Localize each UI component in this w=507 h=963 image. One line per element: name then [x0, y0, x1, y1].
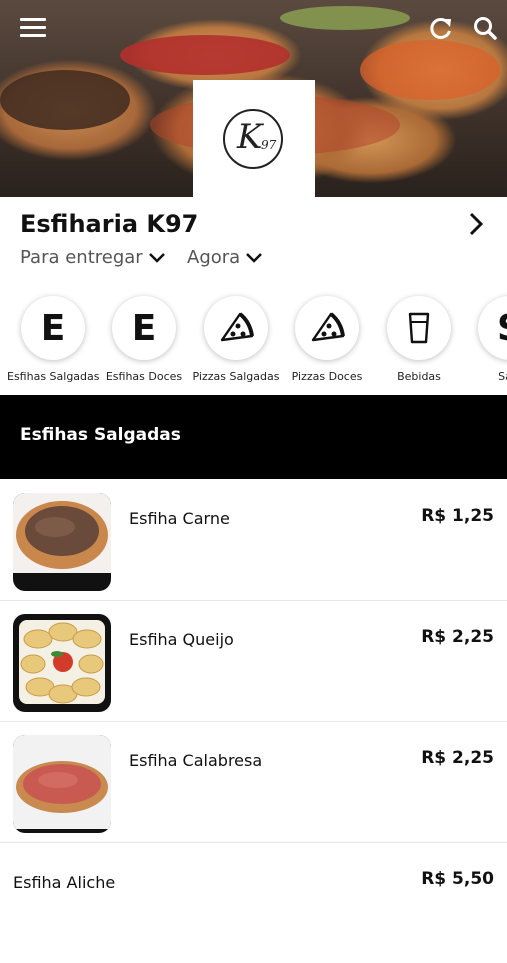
product-image	[13, 493, 111, 591]
product-name: Esfiha Queijo	[129, 630, 234, 649]
product-image	[13, 614, 111, 712]
product-image	[13, 735, 111, 833]
section-header: Esfihas Salgadas	[0, 395, 507, 479]
category-pizzas-salgadas[interactable]: Pizzas Salgadas	[190, 292, 282, 383]
logo-number: 97	[261, 138, 277, 152]
pizza-slice-icon	[295, 296, 359, 360]
drink-cup-icon	[387, 296, 451, 360]
category-label: Pizzas Doces	[291, 370, 363, 383]
hamburger-menu-icon[interactable]	[20, 18, 46, 38]
product-price: R$ 2,25	[421, 748, 494, 768]
delivery-mode-label: Para entregar	[20, 247, 143, 268]
schedule-select[interactable]: Agora	[187, 247, 263, 268]
refresh-icon[interactable]	[428, 15, 454, 41]
store-banner: K 97	[0, 0, 507, 197]
letter-s-icon: S	[478, 296, 507, 360]
chevron-right-icon[interactable]	[466, 211, 486, 237]
product-price: R$ 2,25	[421, 627, 494, 647]
product-item[interactable]: Esfiha Queijo R$ 2,25	[0, 601, 507, 722]
banner-topping	[120, 35, 290, 75]
category-bebidas[interactable]: Bebidas	[373, 292, 465, 383]
product-name: Esfiha Carne	[129, 509, 230, 528]
category-label: Pizzas Salgadas	[192, 370, 280, 383]
category-pizzas-doces[interactable]: Pizzas Doces	[281, 292, 373, 383]
category-label: Salg	[498, 370, 507, 383]
chevron-down-icon	[246, 252, 263, 263]
category-esfihas-doces[interactable]: E Esfihas Doces	[98, 292, 190, 383]
category-carousel[interactable]: E Esfihas Salgadas E Esfihas Doces Pizza…	[0, 292, 507, 392]
category-esfihas-salgadas[interactable]: E Esfihas Salgadas	[7, 292, 100, 383]
schedule-label: Agora	[187, 247, 241, 268]
product-item[interactable]: Esfiha Aliche R$ 5,50	[0, 843, 507, 963]
banner-topping	[280, 6, 410, 30]
product-item[interactable]: Esfiha Calabresa R$ 2,25	[0, 722, 507, 843]
store-logo: K 97	[193, 80, 315, 197]
product-price: R$ 5,50	[421, 869, 494, 889]
letter-e-icon: E	[112, 296, 176, 360]
product-price: R$ 1,25	[421, 506, 494, 526]
search-icon[interactable]	[472, 15, 498, 41]
chevron-down-icon	[148, 252, 165, 263]
delivery-mode-select[interactable]: Para entregar	[20, 247, 165, 268]
category-label: Bebidas	[397, 370, 441, 383]
store-name: Esfiharia K97	[20, 210, 199, 238]
logo-letter: K	[237, 117, 263, 157]
section-title: Esfihas Salgadas	[20, 425, 181, 445]
pizza-slice-icon	[204, 296, 268, 360]
product-name: Esfiha Calabresa	[129, 751, 263, 770]
banner-topping	[360, 40, 500, 100]
category-label: Esfihas Doces	[105, 370, 183, 383]
category-label: Esfihas Salgadas	[7, 370, 100, 383]
category-salgados[interactable]: S Salg	[464, 292, 507, 383]
banner-topping	[0, 70, 130, 130]
logo-circle: K 97	[223, 109, 283, 169]
letter-e-icon: E	[21, 296, 85, 360]
product-item[interactable]: Esfiha Carne R$ 1,25	[0, 480, 507, 601]
product-name: Esfiha Aliche	[13, 873, 116, 892]
